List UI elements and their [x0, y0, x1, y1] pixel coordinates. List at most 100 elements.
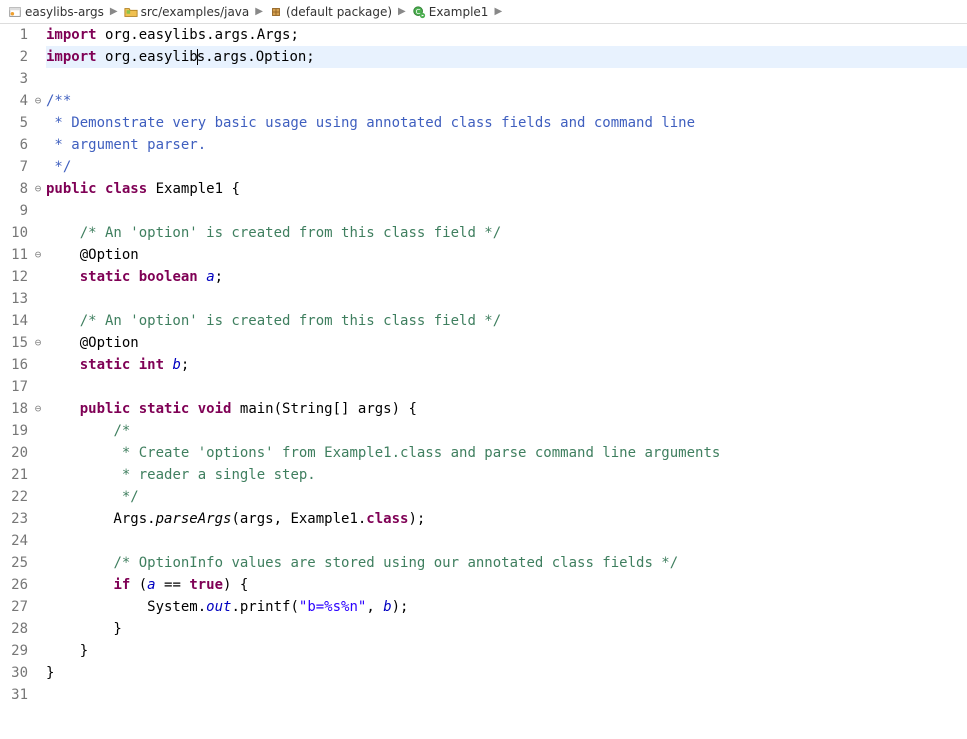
- line-number[interactable]: 2: [0, 46, 28, 68]
- token-kw: static: [139, 401, 190, 417]
- code-line[interactable]: [46, 376, 967, 398]
- line-number[interactable]: 13: [0, 288, 28, 310]
- code-line[interactable]: public static void main(String[] args) {: [46, 398, 967, 420]
- fold-empty: [32, 310, 44, 332]
- token-plain: );: [392, 599, 409, 615]
- line-number[interactable]: 31: [0, 684, 28, 706]
- line-number[interactable]: 15: [0, 332, 28, 354]
- code-line[interactable]: /* OptionInfo values are stored using ou…: [46, 552, 967, 574]
- line-number[interactable]: 29: [0, 640, 28, 662]
- code-line[interactable]: }: [46, 662, 967, 684]
- line-number-gutter[interactable]: 1234567891011121314151617181920212223242…: [0, 24, 32, 739]
- token-string: "b=%s%n": [299, 599, 366, 615]
- line-number[interactable]: 10: [0, 222, 28, 244]
- breadcrumb-source-folder[interactable]: src/examples/java: [120, 5, 254, 19]
- token-kw: void: [198, 401, 232, 417]
- code-line[interactable]: [46, 200, 967, 222]
- token-plain: [46, 489, 113, 505]
- line-number[interactable]: 12: [0, 266, 28, 288]
- fold-empty: [32, 662, 44, 684]
- fold-empty: [32, 552, 44, 574]
- code-line[interactable]: */: [46, 156, 967, 178]
- code-line[interactable]: /**: [46, 90, 967, 112]
- breadcrumb-package[interactable]: (default package): [265, 5, 396, 19]
- breadcrumb-class[interactable]: C Example1: [408, 5, 493, 19]
- breadcrumb-project[interactable]: easylibs-args: [4, 5, 108, 19]
- line-number[interactable]: 28: [0, 618, 28, 640]
- line-number[interactable]: 8: [0, 178, 28, 200]
- line-number[interactable]: 17: [0, 376, 28, 398]
- code-line[interactable]: if (a == true) {: [46, 574, 967, 596]
- code-line[interactable]: */: [46, 486, 967, 508]
- line-number[interactable]: 4: [0, 90, 28, 112]
- token-plain: ;: [215, 269, 223, 285]
- line-number[interactable]: 20: [0, 442, 28, 464]
- fold-empty: [32, 618, 44, 640]
- fold-toggle-icon[interactable]: ⊖: [32, 244, 44, 266]
- code-line[interactable]: * reader a single step.: [46, 464, 967, 486]
- source-folder-icon: [124, 5, 138, 19]
- line-number[interactable]: 16: [0, 354, 28, 376]
- code-line[interactable]: [46, 68, 967, 90]
- line-number[interactable]: 5: [0, 112, 28, 134]
- token-plain: [46, 577, 113, 593]
- line-number[interactable]: 21: [0, 464, 28, 486]
- code-line[interactable]: * Demonstrate very basic usage using ann…: [46, 112, 967, 134]
- line-number[interactable]: 7: [0, 156, 28, 178]
- token-kw: boolean: [139, 269, 198, 285]
- token-plain: (: [130, 577, 147, 593]
- fold-toggle-icon[interactable]: ⊖: [32, 332, 44, 354]
- code-line[interactable]: [46, 288, 967, 310]
- line-number[interactable]: 25: [0, 552, 28, 574]
- line-number[interactable]: 30: [0, 662, 28, 684]
- line-number[interactable]: 14: [0, 310, 28, 332]
- code-line[interactable]: System.out.printf("b=%s%n", b);: [46, 596, 967, 618]
- line-number[interactable]: 24: [0, 530, 28, 552]
- line-number[interactable]: 6: [0, 134, 28, 156]
- code-line[interactable]: Args.parseArgs(args, Example1.class);: [46, 508, 967, 530]
- editor-area[interactable]: 1234567891011121314151617181920212223242…: [0, 24, 967, 739]
- line-number[interactable]: 9: [0, 200, 28, 222]
- code-line[interactable]: @Option: [46, 332, 967, 354]
- token-plain: org.easylibs.args.Args;: [97, 27, 299, 43]
- line-number[interactable]: 22: [0, 486, 28, 508]
- code-line[interactable]: import org.easylibs.args.Option;: [46, 46, 967, 68]
- line-number[interactable]: 18: [0, 398, 28, 420]
- code-line[interactable]: /* An 'option' is created from this clas…: [46, 222, 967, 244]
- token-plain: ,: [366, 599, 383, 615]
- code-line[interactable]: public class Example1 {: [46, 178, 967, 200]
- code-line[interactable]: * argument parser.: [46, 134, 967, 156]
- code-line[interactable]: static int b;: [46, 354, 967, 376]
- code-line[interactable]: /*: [46, 420, 967, 442]
- line-number[interactable]: 26: [0, 574, 28, 596]
- code-line[interactable]: * Create 'options' from Example1.class a…: [46, 442, 967, 464]
- package-icon: [269, 5, 283, 19]
- code-line[interactable]: }: [46, 640, 967, 662]
- fold-empty: [32, 376, 44, 398]
- code-area[interactable]: import org.easylibs.args.Args;import org…: [44, 24, 967, 739]
- line-number[interactable]: 1: [0, 24, 28, 46]
- fold-toggle-icon[interactable]: ⊖: [32, 178, 44, 200]
- fold-empty: [32, 134, 44, 156]
- code-line[interactable]: [46, 530, 967, 552]
- token-kw: if: [113, 577, 130, 593]
- fold-column[interactable]: ⊖ ⊖ ⊖ ⊖ ⊖: [32, 24, 44, 739]
- code-line[interactable]: import org.easylibs.args.Args;: [46, 24, 967, 46]
- line-number[interactable]: 27: [0, 596, 28, 618]
- fold-toggle-icon[interactable]: ⊖: [32, 90, 44, 112]
- token-plain: }: [46, 643, 88, 659]
- line-number[interactable]: 23: [0, 508, 28, 530]
- code-line[interactable]: @Option: [46, 244, 967, 266]
- fold-empty: [32, 68, 44, 90]
- code-line[interactable]: /* An 'option' is created from this clas…: [46, 310, 967, 332]
- code-line[interactable]: }: [46, 618, 967, 640]
- fold-toggle-icon[interactable]: ⊖: [32, 398, 44, 420]
- code-line[interactable]: [46, 684, 967, 706]
- token-plain: [46, 555, 113, 571]
- token-plain: [130, 401, 138, 417]
- svg-text:C: C: [415, 7, 420, 15]
- line-number[interactable]: 11: [0, 244, 28, 266]
- line-number[interactable]: 19: [0, 420, 28, 442]
- code-line[interactable]: static boolean a;: [46, 266, 967, 288]
- line-number[interactable]: 3: [0, 68, 28, 90]
